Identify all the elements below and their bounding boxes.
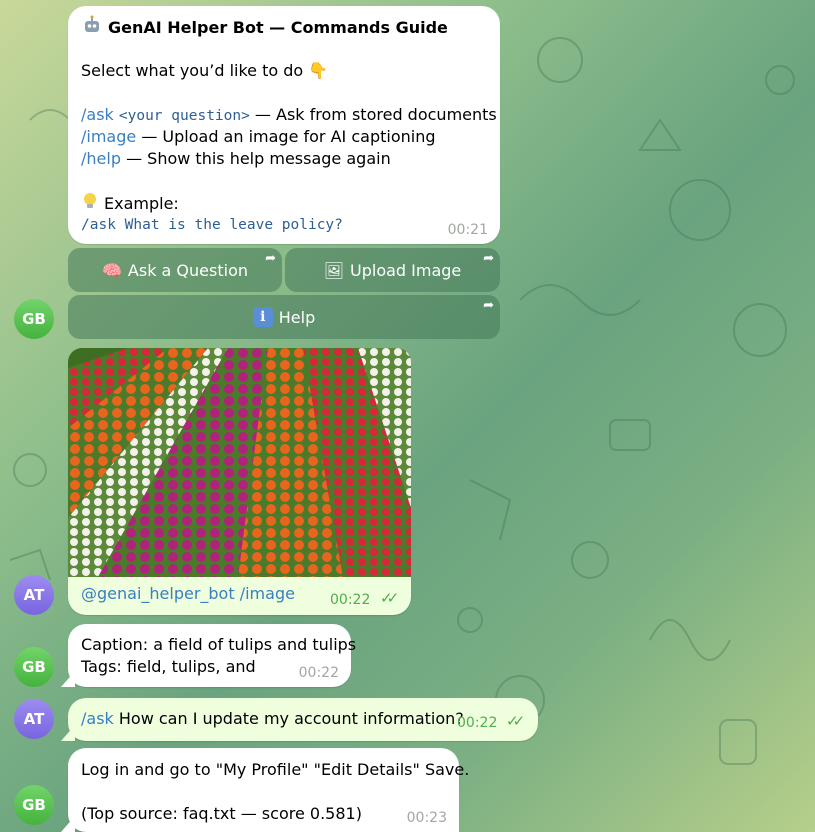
framed-picture-icon: 🖼 [323, 260, 345, 280]
help-label: Help [278, 307, 316, 327]
answer-text: Log in and go to "My Profile" "Edit Deta… [81, 760, 470, 779]
robot-icon [82, 15, 102, 41]
message-time: 00:22 [457, 715, 498, 731]
command-desc: — Show this help message again [120, 149, 391, 168]
user-avatar[interactable]: AT [14, 699, 54, 739]
ask-question-label: Ask a Question [127, 260, 248, 280]
command-link[interactable]: /image [81, 127, 136, 146]
message-time: 00:22 [298, 665, 339, 681]
lightbulb-icon [82, 192, 98, 216]
forward-arrow-icon: ➦ [483, 298, 494, 313]
bot-avatar[interactable]: GB [14, 785, 54, 825]
message-time: 00:21 [447, 222, 488, 238]
command-ask-line: /ask <your question> — Ask from stored d… [81, 104, 497, 127]
command-help-line: /help — Show this help message again [81, 148, 391, 170]
guide-prompt: Select what you’d like to do 👇 [81, 61, 329, 80]
caption-message: Caption: a field of tulips and tulips Ta… [68, 624, 356, 687]
message-time: 00:22 [330, 592, 371, 608]
command-image-line: /image — Upload an image for AI captioni… [81, 126, 436, 148]
answer-message: Log in and go to "My Profile" "Edit Deta… [68, 748, 469, 832]
brain-icon: 🧠 [101, 260, 122, 280]
bot-mention-link[interactable]: @genai_helper_bot [81, 584, 235, 603]
command-link[interactable]: /ask [81, 709, 114, 728]
caption-text: Caption: a field of tulips and tulips [81, 635, 357, 654]
bot-avatar[interactable]: GB [14, 647, 54, 687]
answer-source: (Top source: faq.txt — score 0.581) [81, 804, 362, 823]
ask-text: How can I update my account information? [113, 709, 464, 728]
bot-avatar[interactable]: GB [14, 299, 54, 339]
forward-arrow-icon: ➦ [483, 251, 494, 266]
command-link[interactable]: /image [235, 584, 295, 603]
help-button[interactable]: i Help ➦ [68, 295, 500, 339]
command-link[interactable]: /help [81, 149, 121, 168]
ask-message: /ask How can I update my account informa… [68, 698, 538, 741]
commands-guide-message: GenAI Helper Bot — Commands Guide Select… [68, 6, 500, 244]
tags-text: Tags: field, tulips, and [81, 657, 256, 676]
message-time: 00:23 [406, 810, 447, 826]
guide-title: GenAI Helper Bot — Commands Guide [108, 18, 448, 37]
command-arg: <your question> [118, 108, 250, 124]
command-link[interactable]: /ask [81, 105, 114, 124]
user-avatar[interactable]: AT [14, 575, 54, 615]
ask-question-button[interactable]: 🧠 Ask a Question ➦ [68, 248, 282, 292]
command-desc: — Upload an image for AI captioning [136, 127, 436, 146]
upload-image-label: Upload Image [350, 260, 462, 280]
upload-image-button[interactable]: 🖼 Upload Image ➦ [285, 248, 500, 292]
ask-message-line: /ask How can I update my account informa… [81, 708, 464, 730]
tulip-field-photo[interactable] [68, 348, 411, 577]
example-code: /ask What is the leave policy? [81, 217, 343, 233]
photo-caption: @genai_helper_bot /image [81, 583, 295, 605]
command-desc: — Ask from stored documents [249, 105, 497, 124]
info-icon: i [252, 307, 273, 327]
forward-arrow-icon: ➦ [265, 251, 276, 266]
example-label: Example: [104, 194, 179, 213]
example-line: Example: [82, 192, 179, 216]
read-checkmarks-icon: ✓✓ [380, 589, 399, 607]
read-checkmarks-icon: ✓✓ [506, 712, 525, 730]
